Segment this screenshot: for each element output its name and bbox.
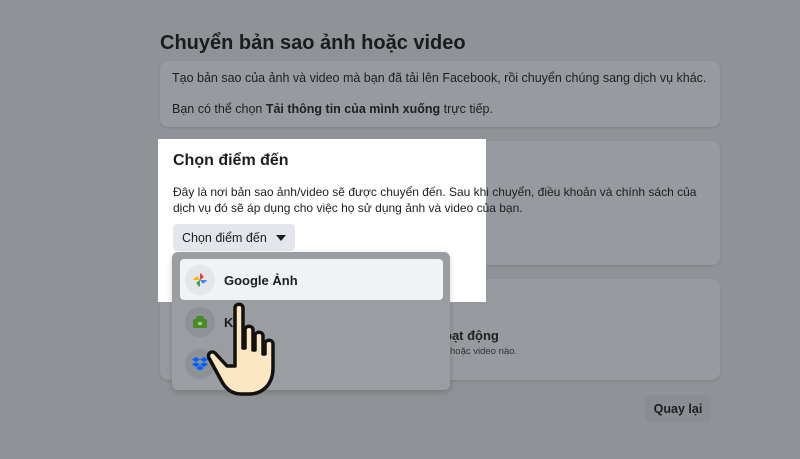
intro-download-suffix: trực tiếp.	[440, 102, 493, 116]
activity-subtitle: hoặc video nào.	[450, 346, 518, 357]
menu-item-label: Google Ảnh	[224, 272, 298, 288]
intro-card: Tạo bản sao của ảnh và video mà bạn đã t…	[160, 61, 720, 127]
caret-down-icon	[275, 234, 286, 241]
destination-desc-line2: dịch vụ đó sẽ áp dụng cho việc họ sử dụn…	[173, 201, 523, 215]
activity-title: oạt động	[444, 328, 499, 343]
page-background: Chuyển bản sao ảnh hoặc video Tạo bản sa…	[0, 0, 800, 459]
download-info-link[interactable]: Tải thông tin của mình xuống	[266, 102, 440, 116]
destination-heading: Chọn điểm đến	[173, 152, 289, 169]
back-button[interactable]: Quay lại	[645, 395, 711, 422]
page-title: Chuyển bản sao ảnh hoặc video	[160, 32, 466, 54]
destination-description: Đây là nơi bản sao ảnh/video sẽ được chu…	[173, 184, 697, 216]
pointing-hand-icon	[206, 302, 275, 396]
choose-destination-label: Chọn điểm đến	[182, 230, 267, 245]
intro-download-prefix: Bạn có thể chọn	[172, 102, 266, 116]
intro-download-text: Bạn có thể chọn Tải thông tin của mình x…	[172, 102, 493, 116]
destination-desc-line1: Đây là nơi bản sao ảnh/video sẽ được chu…	[173, 185, 697, 199]
choose-destination-dropdown[interactable]: Chọn điểm đến	[173, 224, 295, 251]
intro-text: Tạo bản sao của ảnh và video mà bạn đã t…	[172, 71, 707, 85]
google-photos-icon	[185, 265, 215, 295]
menu-item-google-photos[interactable]: Google Ảnh	[185, 265, 298, 295]
